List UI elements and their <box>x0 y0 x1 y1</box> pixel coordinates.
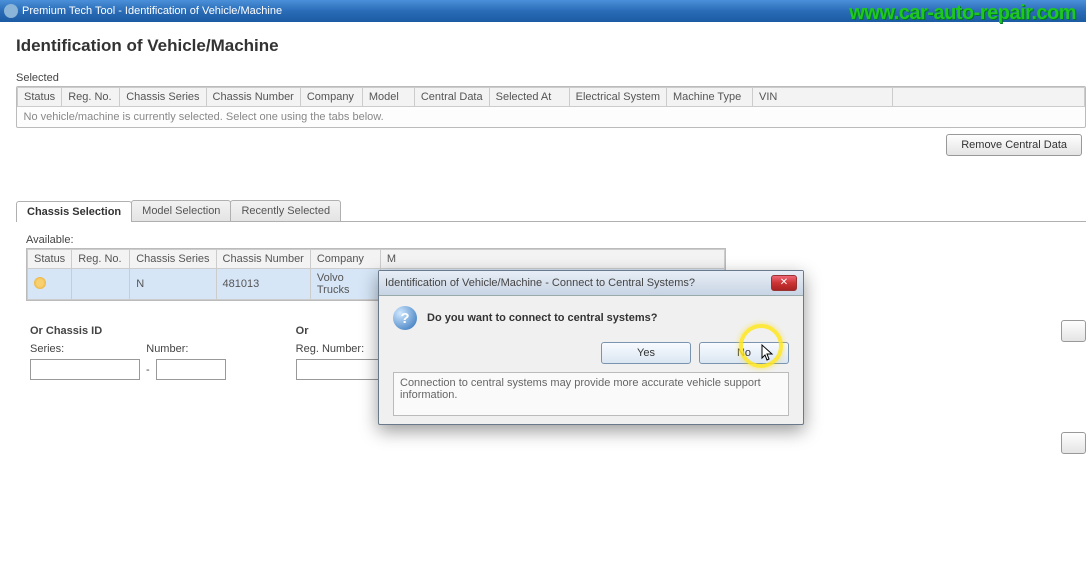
acol-chassis-number[interactable]: Chassis Number <box>216 250 310 269</box>
tab-chassis-selection[interactable]: Chassis Selection <box>16 201 132 222</box>
col-vin[interactable]: VIN <box>752 88 892 107</box>
side-button-2[interactable] <box>1061 432 1086 454</box>
col-selected-at[interactable]: Selected At <box>489 88 569 107</box>
col-machine-type[interactable]: Machine Type <box>666 88 752 107</box>
selected-empty-message: No vehicle/machine is currently selected… <box>18 107 1085 128</box>
col-empty <box>892 88 1084 107</box>
dialog-info: Connection to central systems may provid… <box>393 372 789 416</box>
acol-model[interactable]: M <box>380 250 724 269</box>
available-label: Available: <box>26 234 1086 246</box>
cell-reg <box>72 269 130 300</box>
col-electrical-system[interactable]: Electrical System <box>569 88 666 107</box>
col-chassis-number[interactable]: Chassis Number <box>206 88 300 107</box>
number-input[interactable] <box>156 359 226 380</box>
col-model[interactable]: Model <box>362 88 414 107</box>
acol-status[interactable]: Status <box>28 250 72 269</box>
connect-dialog: Identification of Vehicle/Machine - Conn… <box>378 270 804 425</box>
col-status[interactable]: Status <box>18 88 62 107</box>
yes-button[interactable]: Yes <box>601 342 691 364</box>
acol-chassis-series[interactable]: Chassis Series <box>130 250 216 269</box>
series-input[interactable] <box>30 359 140 380</box>
dialog-message: Do you want to connect to central system… <box>427 312 657 324</box>
side-button-1[interactable] <box>1061 320 1086 342</box>
dialog-title: Identification of Vehicle/Machine - Conn… <box>385 277 695 289</box>
cell-number: 481013 <box>216 269 310 300</box>
app-icon <box>4 4 18 18</box>
or-chassis-id: Or Chassis ID Series: Number: - <box>30 325 226 384</box>
cell-series: N <box>130 269 216 300</box>
cell-company: Volvo Trucks <box>310 269 380 300</box>
close-icon[interactable]: ✕ <box>771 275 797 291</box>
col-company[interactable]: Company <box>300 88 362 107</box>
dash: - <box>146 364 150 376</box>
no-button[interactable]: No <box>699 342 789 364</box>
cell-status <box>28 269 72 300</box>
number-label: Number: <box>146 343 188 355</box>
tab-model-selection[interactable]: Model Selection <box>131 200 231 221</box>
selected-table: Status Reg. No. Chassis Series Chassis N… <box>16 86 1086 128</box>
reg-number-label: Reg. Number: <box>296 343 364 355</box>
question-icon: ? <box>393 306 417 330</box>
dialog-title-bar[interactable]: Identification of Vehicle/Machine - Conn… <box>379 271 803 296</box>
series-label: Series: <box>30 343 64 355</box>
acol-company[interactable]: Company <box>310 250 380 269</box>
status-icon <box>34 277 46 289</box>
selected-label: Selected <box>16 72 1086 84</box>
or-chassis-title: Or Chassis ID <box>30 325 226 337</box>
page-title: Identification of Vehicle/Machine <box>16 36 1086 56</box>
col-chassis-series[interactable]: Chassis Series <box>120 88 206 107</box>
col-reg-no[interactable]: Reg. No. <box>62 88 120 107</box>
watermark: www.car-auto-repair.com <box>849 2 1076 25</box>
tab-recently-selected[interactable]: Recently Selected <box>230 200 341 221</box>
acol-reg-no[interactable]: Reg. No. <box>72 250 130 269</box>
remove-central-data-button[interactable]: Remove Central Data <box>946 134 1082 156</box>
tabs: Chassis Selection Model Selection Recent… <box>16 200 1086 221</box>
col-central-data[interactable]: Central Data <box>414 88 489 107</box>
window-title: Premium Tech Tool - Identification of Ve… <box>22 5 282 17</box>
